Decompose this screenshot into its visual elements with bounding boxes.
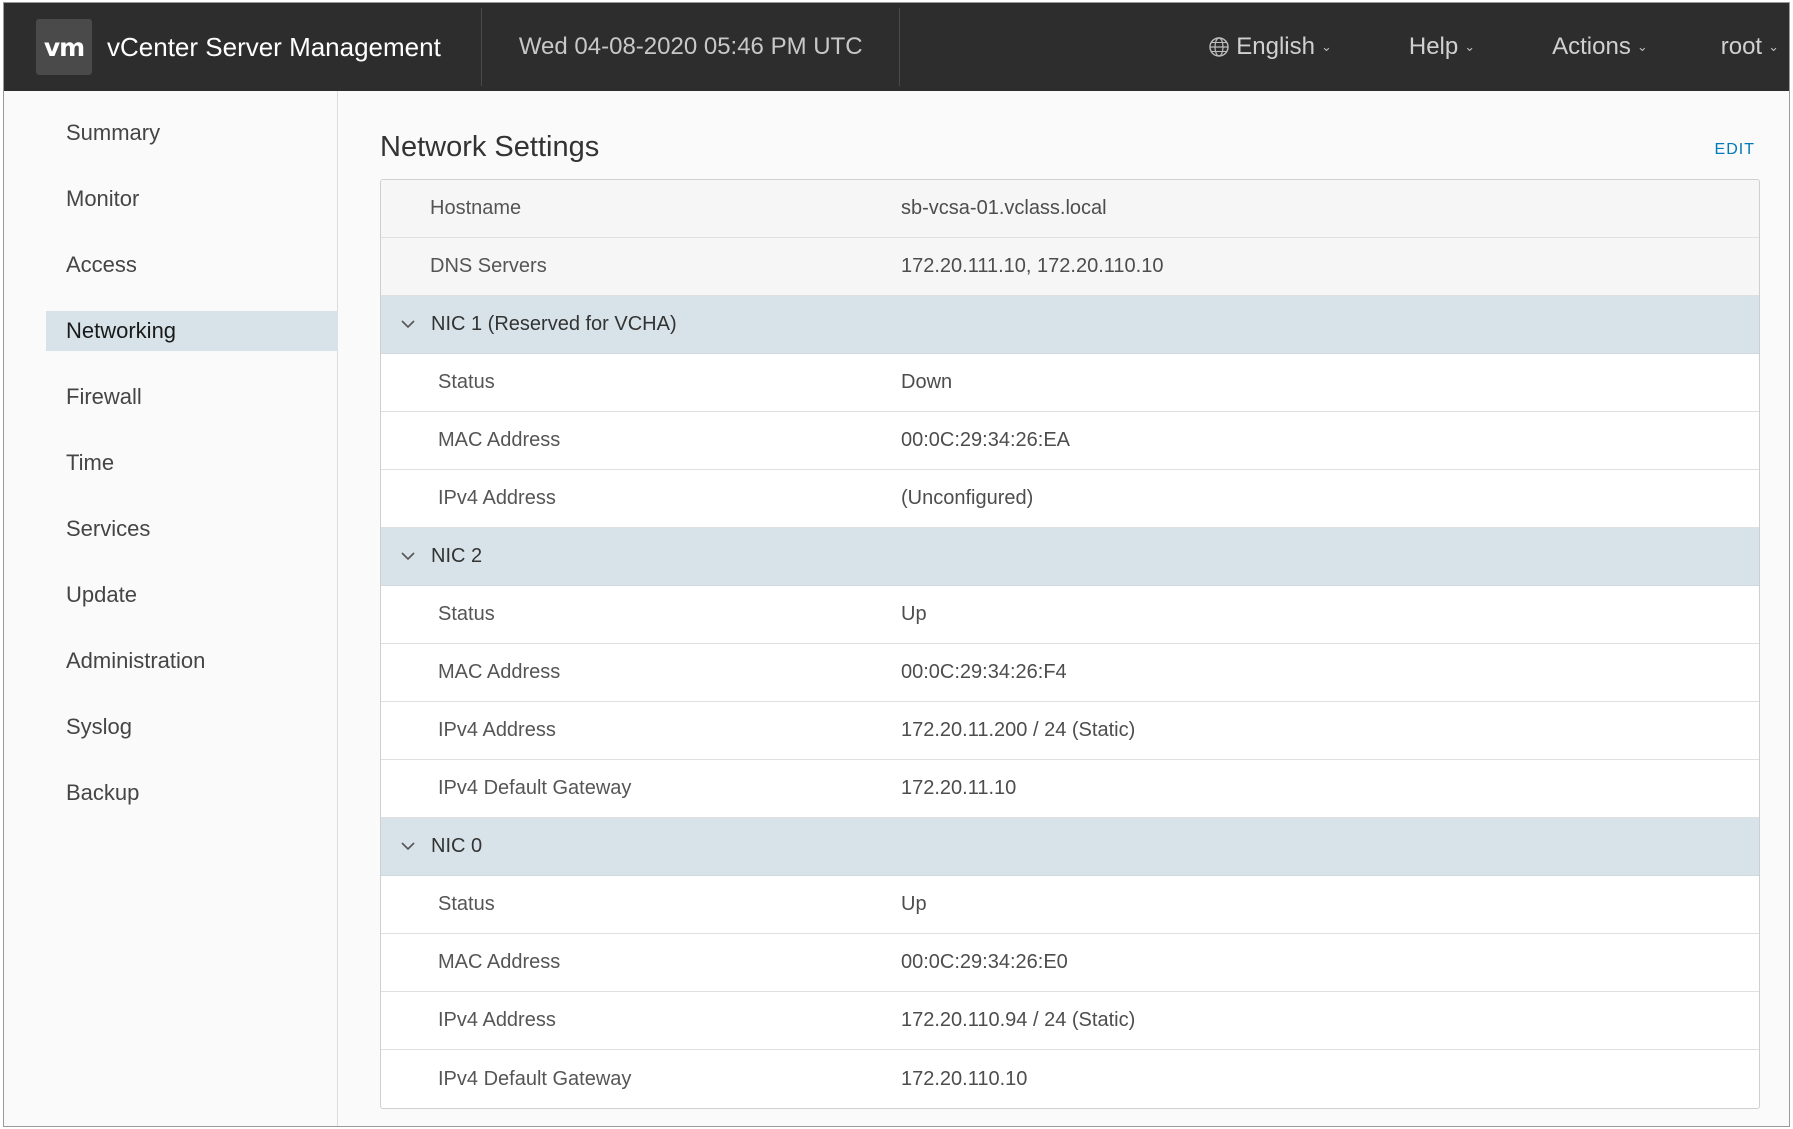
nic-section-header[interactable]: NIC 2	[381, 528, 1759, 586]
table-row: IPv4 Address (Unconfigured)	[381, 470, 1759, 528]
table-row: Status Up	[381, 586, 1759, 644]
nic-section-header[interactable]: NIC 1 (Reserved for VCHA)	[381, 296, 1759, 354]
actions-menu[interactable]: Actions ⌄	[1552, 33, 1648, 61]
sidebar-item-access[interactable]: Access	[46, 245, 338, 285]
chevron-down-icon: ⌄	[1768, 39, 1779, 54]
ipv4-gateway-label: IPv4 Default Gateway	[438, 1067, 632, 1090]
chevron-down-icon	[401, 552, 431, 561]
status-label: Status	[438, 893, 495, 915]
edit-button[interactable]: EDIT	[1715, 141, 1755, 159]
table-row: IPv4 Default Gateway 172.20.11.10	[381, 760, 1759, 818]
main-content: Network Settings EDIT Hostname sb-vcsa-0…	[338, 91, 1789, 1126]
hostname-label: Hostname	[430, 197, 522, 219]
table-row: IPv4 Address 172.20.11.200 / 24 (Static)	[381, 702, 1759, 760]
ipv4-address-label: IPv4 Address	[438, 487, 556, 509]
sidebar-item-time[interactable]: Time	[46, 443, 338, 483]
sidebar-item-firewall[interactable]: Firewall	[46, 377, 338, 417]
help-menu[interactable]: Help ⌄	[1409, 33, 1475, 61]
app-window: vm vCenter Server Management Wed 04-08-2…	[3, 2, 1790, 1127]
sidebar-item-update[interactable]: Update	[46, 575, 338, 615]
sidebar-item-backup[interactable]: Backup	[46, 773, 338, 813]
table-row: MAC Address 00:0C:29:34:26:F4	[381, 644, 1759, 702]
sidebar-item-syslog[interactable]: Syslog	[46, 707, 338, 747]
vmware-logo: vm	[36, 19, 92, 75]
dns-servers-label: DNS Servers	[430, 255, 547, 277]
chevron-down-icon	[401, 320, 431, 329]
header-divider	[898, 8, 900, 86]
chevron-down-icon: ⌄	[1464, 39, 1476, 54]
app-title: vCenter Server Management	[107, 31, 441, 62]
status-label: Status	[438, 603, 495, 625]
chevron-down-icon: ⌄	[1320, 39, 1332, 54]
nic-name: NIC 0	[431, 835, 483, 857]
table-row: Hostname sb-vcsa-01.vclass.local	[381, 180, 1759, 238]
sidebar-item-summary[interactable]: Summary	[46, 113, 338, 153]
sidebar-item-services[interactable]: Services	[46, 509, 338, 549]
user-menu[interactable]: root ⌄	[1721, 33, 1779, 61]
mac-address-value: 00:0C:29:34:26:F4	[901, 661, 1067, 683]
status-value: Up	[901, 603, 927, 625]
table-row: MAC Address 00:0C:29:34:26:EA	[381, 412, 1759, 470]
sidebar-nav: Summary Monitor Access Networking Firewa…	[4, 91, 338, 1126]
nic-name: NIC 2	[431, 545, 483, 567]
sidebar-item-monitor[interactable]: Monitor	[46, 179, 338, 219]
top-header: vm vCenter Server Management Wed 04-08-2…	[4, 3, 1789, 91]
status-label: Status	[438, 371, 495, 393]
actions-menu-label: Actions	[1552, 33, 1631, 60]
header-divider	[480, 8, 482, 86]
mac-address-label: MAC Address	[438, 661, 561, 683]
ipv4-gateway-value: 172.20.11.10	[901, 777, 1017, 799]
mac-address-label: MAC Address	[438, 429, 561, 451]
table-row: MAC Address 00:0C:29:34:26:E0	[381, 934, 1759, 992]
nic-section-header[interactable]: NIC 0	[381, 818, 1759, 876]
ipv4-address-value: 172.20.11.200 / 24 (Static)	[901, 719, 1136, 741]
nic-name: NIC 1 (Reserved for VCHA)	[431, 313, 677, 335]
ipv4-gateway-value: 172.20.110.10	[901, 1067, 1028, 1090]
ipv4-address-value: 172.20.110.94 / 24 (Static)	[901, 1009, 1136, 1031]
sidebar-item-administration[interactable]: Administration	[46, 641, 338, 681]
ipv4-address-label: IPv4 Address	[438, 719, 556, 741]
language-menu[interactable]: English ⌄	[1208, 33, 1332, 61]
ipv4-address-label: IPv4 Address	[438, 1009, 556, 1031]
page-title: Network Settings	[380, 131, 600, 163]
header-menus: English ⌄ Help ⌄ Actions ⌄ root ⌄	[1208, 3, 1789, 91]
table-row: Status Down	[381, 354, 1759, 412]
user-menu-label: root	[1720, 33, 1763, 60]
table-row: IPv4 Address 172.20.110.94 / 24 (Static)	[381, 992, 1759, 1050]
help-menu-label: Help	[1408, 33, 1459, 60]
ipv4-gateway-label: IPv4 Default Gateway	[438, 777, 632, 799]
mac-address-label: MAC Address	[438, 951, 561, 973]
table-row: IPv4 Default Gateway 172.20.110.10	[381, 1050, 1759, 1108]
chevron-down-icon: ⌄	[1636, 39, 1648, 54]
dns-servers-value: 172.20.111.10, 172.20.110.10	[901, 255, 1164, 277]
ipv4-address-value: (Unconfigured)	[901, 487, 1034, 509]
sidebar-item-networking[interactable]: Networking	[46, 311, 338, 351]
table-row: Status Up	[381, 876, 1759, 934]
hostname-value: sb-vcsa-01.vclass.local	[901, 197, 1107, 219]
language-menu-label: English	[1236, 33, 1315, 60]
table-row: DNS Servers 172.20.111.10, 172.20.110.10	[381, 238, 1759, 296]
network-settings-grid: Hostname sb-vcsa-01.vclass.local DNS Ser…	[380, 179, 1760, 1109]
globe-icon	[1209, 37, 1229, 57]
header-datetime: Wed 04-08-2020 05:46 PM UTC	[518, 33, 863, 60]
status-value: Up	[901, 893, 927, 915]
mac-address-value: 00:0C:29:34:26:E0	[901, 951, 1068, 973]
mac-address-value: 00:0C:29:34:26:EA	[901, 429, 1071, 451]
chevron-down-icon	[401, 842, 431, 851]
status-value: Down	[901, 371, 953, 393]
